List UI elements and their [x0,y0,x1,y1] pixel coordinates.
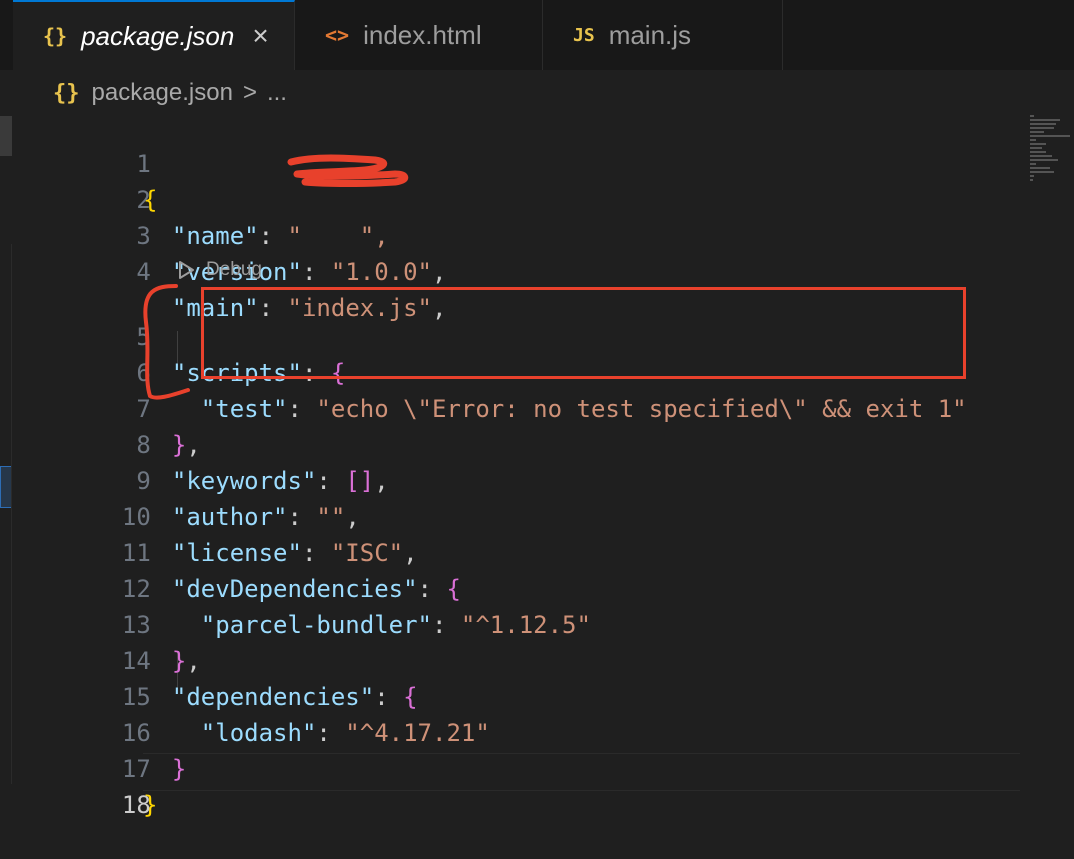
minimap-line [1030,127,1054,129]
codelens-label: Debug [206,259,262,280]
minimap-line [1030,163,1036,165]
minimap-line [1030,159,1058,161]
minimap[interactable] [1020,110,1074,784]
tab-package-json[interactable]: {} package.json × [13,0,295,70]
code-line: 3 "version": "1.0.0", [0,182,446,286]
code-text: "test": "echo \"Error: no test specified… [200,395,967,423]
minimap-line [1030,151,1046,153]
minimap-line [1030,119,1060,121]
tab-main-js[interactable]: JS main.js [543,0,783,70]
play-icon [179,261,194,279]
json-file-icon: {} [53,80,80,106]
code-line: 5 "scripts": { [0,283,345,387]
line-number: 15 [121,683,151,711]
code-text: "author": "", [171,503,360,531]
code-line: 10 "license": "ISC", [0,463,418,567]
minimap-line [1030,175,1034,177]
code-text: "devDependencies": { [171,575,461,603]
tab-label: package.json [81,20,235,51]
code-line: 12 "parcel-bundler": "^1.12.5" [0,535,591,639]
line-number: 2 [136,186,151,214]
code-line: 18 [0,751,151,819]
code-text: }, [171,647,201,675]
code-line: 15 "lodash": "^4.17.21" [0,643,490,747]
code-text: "license": "ISC", [171,539,418,567]
code-line: 1 { [0,110,157,214]
code-text: "lodash": "^4.17.21" [200,719,490,747]
html-file-icon: <> [325,23,350,47]
line-number: 10 [121,503,151,531]
annotation-bracket [143,284,190,400]
chevron-right-icon: > [242,79,257,106]
minimap-line [1030,131,1044,133]
code-line: 9 "author": "", [0,427,359,531]
minimap-line [1030,115,1034,117]
minimap-line [1030,171,1054,173]
codelens-debug[interactable]: Debug [175,257,262,283]
code-line: 13 }, [0,571,201,675]
line-number: 1 [136,150,151,178]
minimap-line [1030,143,1046,145]
line-number: 17 [121,755,151,783]
line-number: 9 [136,467,151,495]
redaction-scribble [287,154,409,187]
tab-bar: {} package.json × <> index.html JS main.… [0,0,1074,70]
code-text: "keywords": [], [171,467,389,495]
code-text: "parcel-bundler": "^1.12.5" [200,611,591,639]
code-text: "dependencies": { [171,683,418,711]
code-line: 7 }, [0,355,200,459]
code-line: 17 } [0,715,158,819]
code-line: 4 "main": "index.js", [0,218,446,322]
code-editor[interactable]: 1 { 2 "name": " ", 3 "version": "1.0.0",… [0,110,1020,819]
tab-index-html[interactable]: <> index.html [295,0,543,70]
line-number: 18 [121,791,151,819]
code-line: 11 "devDependencies": { [0,499,461,603]
line-number: 16 [121,719,151,747]
minimap-line [1030,139,1036,141]
code-line: 2 "name": " ", [0,146,388,250]
annotation-box [201,287,966,379]
line-number: 11 [121,539,151,567]
json-file-icon: {} [43,24,68,48]
code-text: "name": " ", [171,222,389,250]
line-number: 3 [136,222,151,250]
current-line-highlight [143,753,1020,791]
close-icon[interactable]: × [252,20,268,52]
code-line: 6 "test": "echo \"Error: no test specifi… [0,319,966,423]
minimap-line [1030,123,1056,125]
line-number: 13 [121,611,151,639]
line-number: 8 [136,431,151,459]
code-line: 16 } [0,679,186,783]
code-text: }, [171,431,201,459]
js-file-icon: JS [573,24,595,46]
minimap-line [1030,155,1052,157]
tab-label: main.js [608,19,692,50]
code-line: 14 "dependencies": { [0,607,418,711]
minimap-line [1030,135,1070,137]
code-line: 8 "keywords": [], [0,391,388,495]
minimap-line [1030,147,1042,149]
tab-label: index.html [363,19,482,50]
breadcrumb-file[interactable]: package.json [92,79,233,107]
line-number: 12 [121,575,151,603]
line-number: 14 [121,647,151,675]
breadcrumb-more[interactable]: ... [267,79,287,107]
minimap-line [1030,167,1050,169]
minimap-line [1030,179,1033,181]
